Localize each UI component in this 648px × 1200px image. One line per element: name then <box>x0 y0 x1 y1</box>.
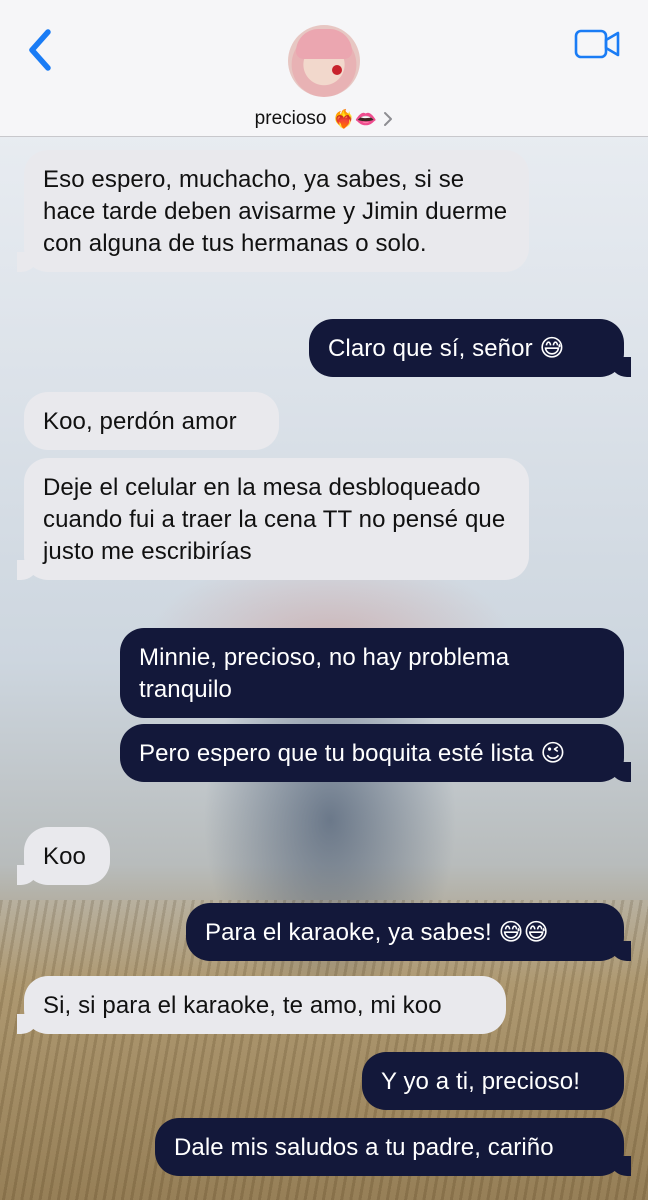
message-text: Pero espero que tu boquita esté lista 😉 <box>139 740 566 767</box>
chat-header: precioso ❤️‍🔥👄 <box>0 0 648 137</box>
message-text: Eso espero, muchacho, ya sabes, si se ha… <box>43 166 508 257</box>
message-sent[interactable]: Pero espero que tu boquita esté lista 😉 <box>120 724 631 782</box>
contact-avatar[interactable] <box>288 25 360 97</box>
message-sent[interactable]: Minnie, precioso, no hay problema tranqu… <box>120 628 624 718</box>
chevron-left-icon <box>29 29 51 71</box>
back-button[interactable] <box>22 26 62 74</box>
message-text: Minnie, precioso, no hay problema tranqu… <box>139 644 510 703</box>
message-received[interactable]: Eso espero, muchacho, ya sabes, si se ha… <box>17 150 529 272</box>
message-received[interactable]: Koo, perdón amor <box>24 392 279 450</box>
message-text: Koo <box>43 843 87 870</box>
contact-details-link[interactable]: precioso ❤️‍🔥👄 <box>0 106 648 132</box>
message-text: Claro que sí, señor 😅 <box>328 335 565 362</box>
message-text: Y yo a ti, precioso! <box>381 1068 580 1095</box>
avatar-hair <box>296 29 352 59</box>
video-camera-icon <box>574 29 620 59</box>
message-text: Dale mis saludos a tu padre, cariño <box>174 1134 554 1161</box>
avatar-rose <box>332 65 342 75</box>
contact-emoji: ❤️‍🔥👄 <box>332 108 378 130</box>
message-sent[interactable]: Para el karaoke, ya sabes! 😅😅 <box>186 903 631 961</box>
message-received[interactable]: Koo <box>17 827 110 885</box>
message-sent[interactable]: Claro que sí, señor 😅 <box>309 319 631 377</box>
chevron-right-icon <box>384 112 393 126</box>
message-text: Deje el celular en la mesa desbloqueado … <box>43 474 506 565</box>
message-text: Koo, perdón amor <box>43 408 237 435</box>
contact-name: precioso <box>254 108 327 129</box>
message-sent[interactable]: Y yo a ti, precioso! <box>362 1052 624 1110</box>
message-text: Para el karaoke, ya sabes! 😅😅 <box>205 919 549 946</box>
message-received[interactable]: Si, si para el karaoke, te amo, mi koo <box>17 976 506 1034</box>
message-text: Si, si para el karaoke, te amo, mi koo <box>43 992 442 1019</box>
facetime-video-button[interactable] <box>574 28 622 60</box>
message-sent[interactable]: Dale mis saludos a tu padre, cariño <box>155 1118 631 1176</box>
message-received[interactable]: Deje el celular en la mesa desbloqueado … <box>17 458 529 580</box>
